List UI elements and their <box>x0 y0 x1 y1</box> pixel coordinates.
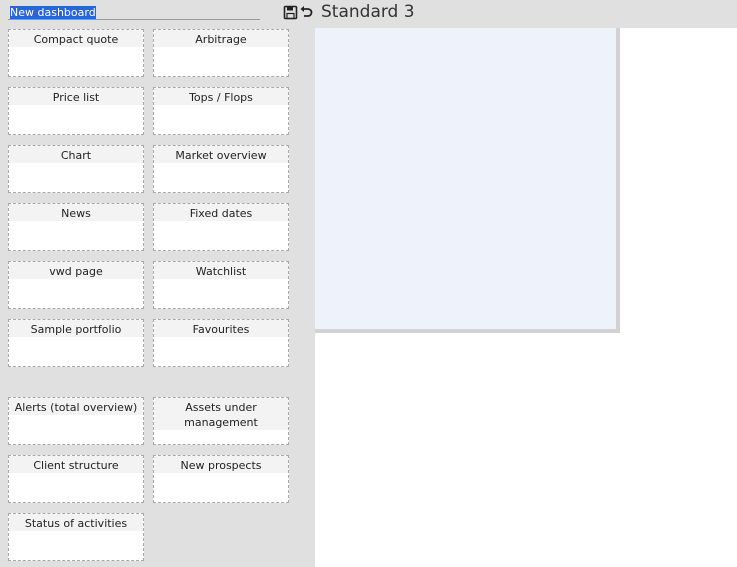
save-icon[interactable] <box>283 5 298 20</box>
toolbar: Standard 3 <box>0 0 737 28</box>
dashboard-name-input[interactable] <box>8 5 260 20</box>
widget-sample-portfolio[interactable]: Sample portfolio <box>8 319 144 367</box>
widget-price-list[interactable]: Price list <box>8 87 144 135</box>
widget-label: Watchlist <box>154 262 288 279</box>
widget-label: Sample portfolio <box>9 320 143 337</box>
widget-label: Price list <box>9 88 143 105</box>
widget-label: Chart <box>9 146 143 163</box>
widget-label: New prospects <box>154 456 288 473</box>
widget-vwd-page[interactable]: vwd page <box>8 261 144 309</box>
widget-label: Arbitrage <box>154 30 288 47</box>
widget-label: News <box>9 204 143 221</box>
widget-fixed-dates[interactable]: Fixed dates <box>153 203 289 251</box>
widget-label: vwd page <box>9 262 143 279</box>
widget-new-prospects[interactable]: New prospects <box>153 455 289 503</box>
widget-news[interactable]: News <box>8 203 144 251</box>
widget-label: Fixed dates <box>154 204 288 221</box>
widget-label: Alerts (total overview) <box>9 398 143 415</box>
widget-alerts-total-overview[interactable]: Alerts (total overview) <box>8 397 144 445</box>
widget-chart[interactable]: Chart <box>8 145 144 193</box>
dashboard-canvas[interactable] <box>315 28 620 333</box>
widget-palette: Compact quote Arbitrage Price list Tops … <box>0 28 315 567</box>
widget-arbitrage[interactable]: Arbitrage <box>153 29 289 77</box>
widget-label: Tops / Flops <box>154 88 288 105</box>
widget-label: Compact quote <box>9 30 143 47</box>
widget-label: Assets under management <box>154 398 288 430</box>
widget-compact-quote[interactable]: Compact quote <box>8 29 144 77</box>
widget-label: Client structure <box>9 456 143 473</box>
widget-label: Status of activities <box>9 514 143 531</box>
widget-tops-flops[interactable]: Tops / Flops <box>153 87 289 135</box>
widget-status-of-activities[interactable]: Status of activities <box>8 513 144 561</box>
widget-market-overview[interactable]: Market overview <box>153 145 289 193</box>
widget-client-structure[interactable]: Client structure <box>8 455 144 503</box>
widget-favourites[interactable]: Favourites <box>153 319 289 367</box>
widget-label: Market overview <box>154 146 288 163</box>
undo-icon[interactable] <box>299 5 314 20</box>
widget-watchlist[interactable]: Watchlist <box>153 261 289 309</box>
dashboard-title: Standard 3 <box>321 2 415 22</box>
widget-assets-under-management[interactable]: Assets under management <box>153 397 289 445</box>
widget-label: Favourites <box>154 320 288 337</box>
